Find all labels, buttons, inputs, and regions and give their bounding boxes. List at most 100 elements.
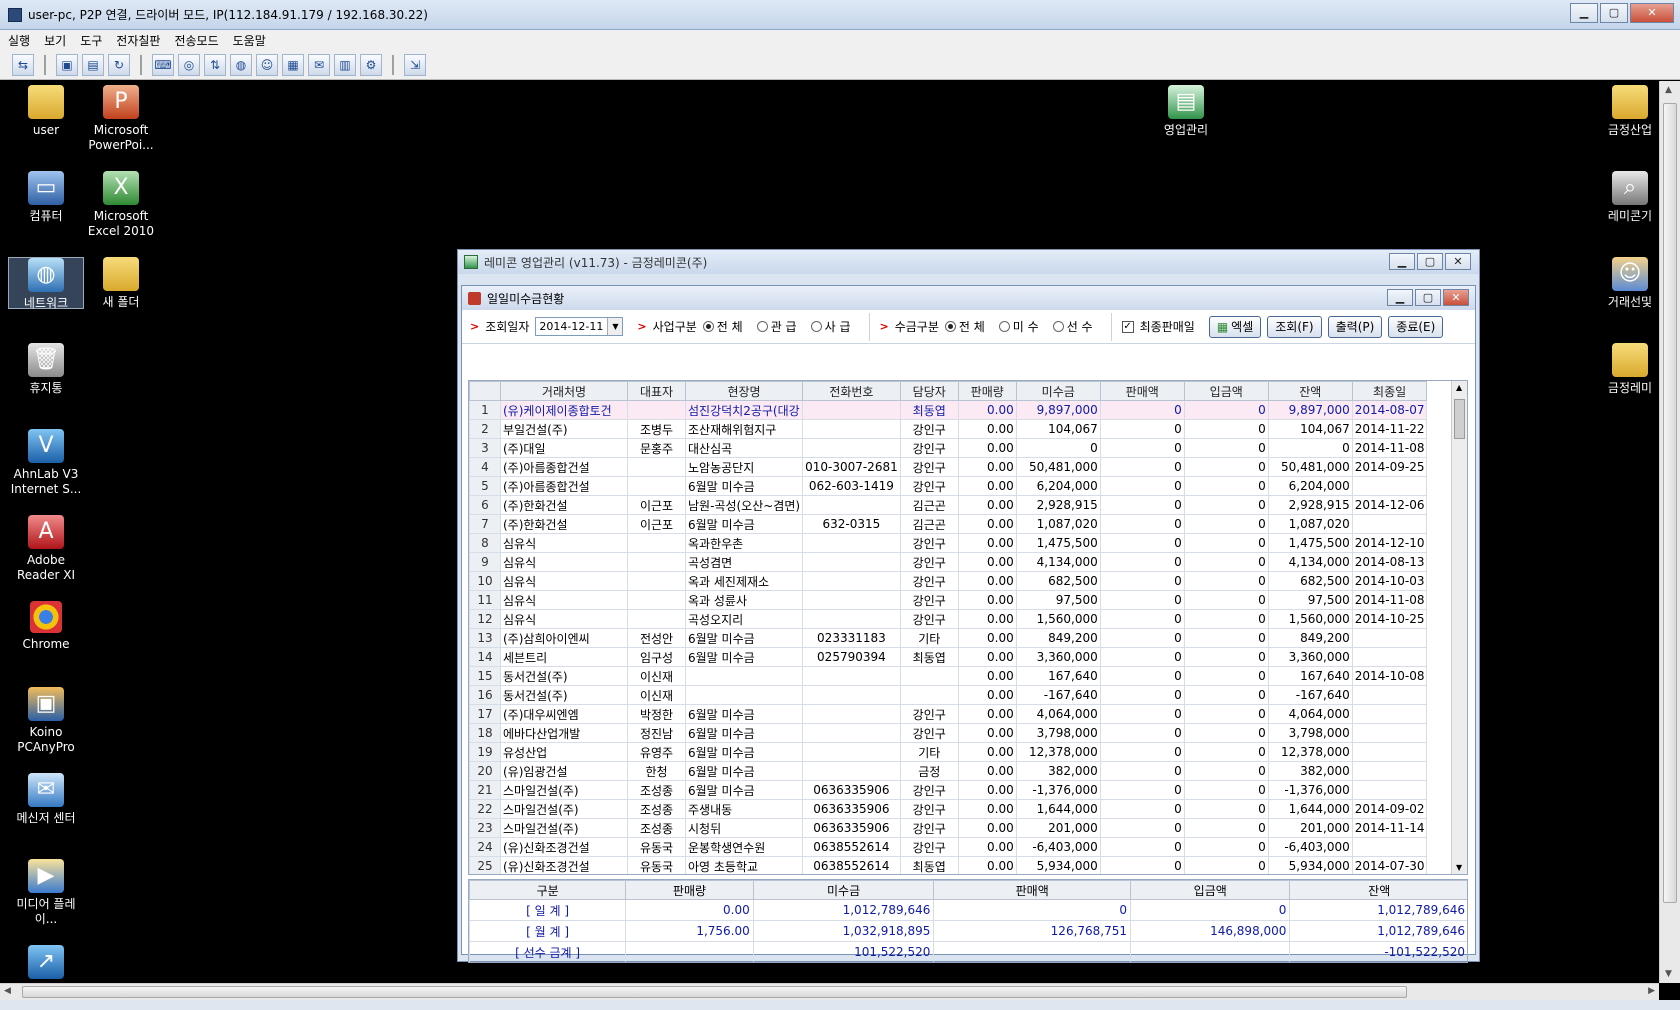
balance-cell[interactable]: 3,360,000 <box>1267 647 1353 667</box>
minimize-button[interactable]: ▁ <box>1570 3 1598 23</box>
client-name-cell[interactable]: 세븐트리 <box>500 647 628 667</box>
receivable-cell[interactable]: 1,475,500 <box>1015 533 1101 553</box>
scroll-down-arrow-icon[interactable]: ▼ <box>1456 863 1462 872</box>
client-name-cell[interactable]: (주)한화건설 <box>500 514 628 534</box>
table-row[interactable]: 20 (유)임광건설 한청 6월말 미수금 금정 0.00 382,000 0 0 382,000 <box>469 761 1428 781</box>
last-date-cell[interactable] <box>1351 476 1428 496</box>
row-number-cell[interactable]: 25 <box>469 856 501 874</box>
representative-cell[interactable] <box>627 476 686 496</box>
manager-cell[interactable]: 강인구 <box>899 533 959 553</box>
last-date-cell[interactable]: 2014-10-25 <box>1351 609 1428 629</box>
row-number-cell[interactable]: 3 <box>469 438 501 458</box>
balance-cell[interactable]: 3,798,000 <box>1267 723 1353 743</box>
phone-cell[interactable]: 010-3007-2681 <box>802 457 901 477</box>
balance-cell[interactable]: 50,481,000 <box>1267 457 1353 477</box>
receivable-cell[interactable]: -6,403,000 <box>1015 837 1101 857</box>
row-number-cell[interactable]: 2 <box>469 419 501 439</box>
desktop-icon-right4[interactable]: 금정레미 <box>1600 343 1659 396</box>
sales-qty-header[interactable]: 판매량 <box>957 381 1017 401</box>
sales-qty-cell[interactable]: 0.00 <box>957 799 1017 819</box>
site-name-cell[interactable]: 6월말 미수금 <box>684 761 804 781</box>
phone-cell[interactable]: 0636335906 <box>802 799 901 819</box>
computers-icon[interactable]: ▥ <box>334 53 356 76</box>
client-name-cell[interactable]: 동서건설(주) <box>500 666 628 686</box>
sales-amount-cell[interactable]: 0 <box>1099 818 1185 838</box>
receivable-cell[interactable]: 6,204,000 <box>1015 476 1101 496</box>
row-number-cell[interactable]: 14 <box>469 647 501 667</box>
deposit-cell[interactable]: 0 <box>1183 685 1269 705</box>
site-name-cell[interactable]: 섬진강덕치2공구(대강 <box>684 400 804 420</box>
phone-cell[interactable] <box>802 761 901 781</box>
table-row[interactable]: 15 동서건설(주) 이신재 0.00 167,640 0 0 167,640 2014-10-… <box>469 666 1428 686</box>
receivable-cell[interactable]: 1,560,000 <box>1015 609 1101 629</box>
phone-cell[interactable] <box>802 742 901 762</box>
phone-cell[interactable]: 0636335906 <box>802 818 901 838</box>
manager-cell[interactable]: 최동엽 <box>899 647 959 667</box>
desktop-horizontal-scrollbar[interactable]: ◀ ▶ <box>0 983 1659 1000</box>
representative-cell[interactable]: 이신재 <box>627 685 686 705</box>
manager-cell[interactable] <box>899 666 959 686</box>
scroll-left-arrow-icon[interactable]: ◀ <box>4 986 11 996</box>
site-name-cell[interactable]: 조산재해위험지구 <box>684 419 804 439</box>
manager-cell[interactable]: 강인구 <box>899 571 959 591</box>
sales-qty-cell[interactable]: 0.00 <box>957 647 1017 667</box>
manager-cell[interactable]: 강인구 <box>899 818 959 838</box>
balance-cell[interactable]: -167,640 <box>1267 685 1353 705</box>
menu-view[interactable]: 보기 <box>44 32 66 49</box>
phone-cell[interactable]: 0638552614 <box>802 837 901 857</box>
receivable-cell[interactable]: 2,928,915 <box>1015 495 1101 515</box>
connect-icon[interactable]: ⇆ <box>12 53 34 76</box>
desktop-vertical-scrollbar[interactable]: ▲ ▼ <box>1659 81 1680 983</box>
table-row[interactable]: 11 심유식 옥과 성륜사 강인구 0.00 97,500 0 0 97,500 2014-11-… <box>469 590 1428 610</box>
table-row[interactable]: 13 (주)삼희아이엔씨 전성안 6월말 미수금 023331183 기타 0.00 849,… <box>469 628 1428 648</box>
receivable-cell[interactable]: -167,640 <box>1015 685 1101 705</box>
phone-cell[interactable] <box>802 438 901 458</box>
desktop-icon-right1[interactable]: 금정산업 <box>1600 85 1659 138</box>
deposit-cell[interactable]: 0 <box>1183 799 1269 819</box>
balance-cell[interactable]: 5,934,000 <box>1267 856 1353 874</box>
phone-cell[interactable] <box>802 723 901 743</box>
client-name-cell[interactable]: (유)임광건설 <box>500 761 628 781</box>
row-number-cell[interactable]: 15 <box>469 666 501 686</box>
sales-qty-cell[interactable]: 0.00 <box>957 419 1017 439</box>
site-name-cell[interactable]: 대산심곡 <box>684 438 804 458</box>
deposit-cell[interactable]: 0 <box>1183 628 1269 648</box>
exit-icon[interactable]: ⇲ <box>404 53 426 76</box>
receivable-header[interactable]: 미수금 <box>1015 381 1101 401</box>
sales-qty-cell[interactable]: 0.00 <box>957 533 1017 553</box>
capture-icon[interactable]: ◎ <box>178 53 200 76</box>
representative-cell[interactable] <box>627 571 686 591</box>
deposit-cell[interactable]: 0 <box>1183 457 1269 477</box>
scroll-thumb[interactable] <box>1454 399 1465 439</box>
sales-amount-cell[interactable]: 0 <box>1099 476 1185 496</box>
scroll-thumb[interactable] <box>22 986 1407 998</box>
manager-cell[interactable]: 강인구 <box>899 438 959 458</box>
desktop-icon-media[interactable]: ▶ 미디어 플레이... <box>8 859 84 927</box>
desktop-icon-right2[interactable]: ⌕ 레미콘기 <box>1600 171 1659 224</box>
sales-amount-cell[interactable]: 0 <box>1099 438 1185 458</box>
desktop-icon-network[interactable]: ◍ 네트워크 <box>8 257 84 310</box>
sales-amount-cell[interactable]: 0 <box>1099 780 1185 800</box>
maximize-button[interactable]: ▢ <box>1417 253 1443 270</box>
table-row[interactable]: 4 (주)아름종합건설 노암농공단지 010-3007-2681 강인구 0.00 50,4… <box>469 457 1428 477</box>
client-name-cell[interactable]: 부일건설(주) <box>500 419 628 439</box>
last-date-cell[interactable] <box>1351 514 1428 534</box>
sales-amount-cell[interactable]: 0 <box>1099 571 1185 591</box>
sales-qty-cell[interactable]: 0.00 <box>957 514 1017 534</box>
manager-cell[interactable]: 강인구 <box>899 799 959 819</box>
sales-qty-cell[interactable]: 0.00 <box>957 818 1017 838</box>
deposit-cell[interactable]: 0 <box>1183 837 1269 857</box>
radio-biz-all[interactable]: 전 체 <box>702 318 743 335</box>
site-name-cell[interactable]: 옥과한우촌 <box>684 533 804 553</box>
representative-cell[interactable]: 전성안 <box>627 628 686 648</box>
receivable-cell[interactable]: 849,200 <box>1015 628 1101 648</box>
table-row[interactable]: 7 (주)한화건설 이근포 6월말 미수금 632-0315 김근곤 0.00 1,087,0… <box>469 514 1428 534</box>
table-row[interactable]: 25 (유)신화조경건설 유동국 아영 초등학교 0638552614 최동엽 0.00 5,… <box>469 856 1428 874</box>
row-number-cell[interactable]: 19 <box>469 742 501 762</box>
sales-amount-cell[interactable]: 0 <box>1099 685 1185 705</box>
last-date-cell[interactable]: 2014-11-14 <box>1351 818 1428 838</box>
receivable-cell[interactable]: 5,934,000 <box>1015 856 1101 874</box>
last-date-cell[interactable] <box>1351 761 1428 781</box>
deposit-cell[interactable]: 0 <box>1183 590 1269 610</box>
row-number-cell[interactable]: 16 <box>469 685 501 705</box>
